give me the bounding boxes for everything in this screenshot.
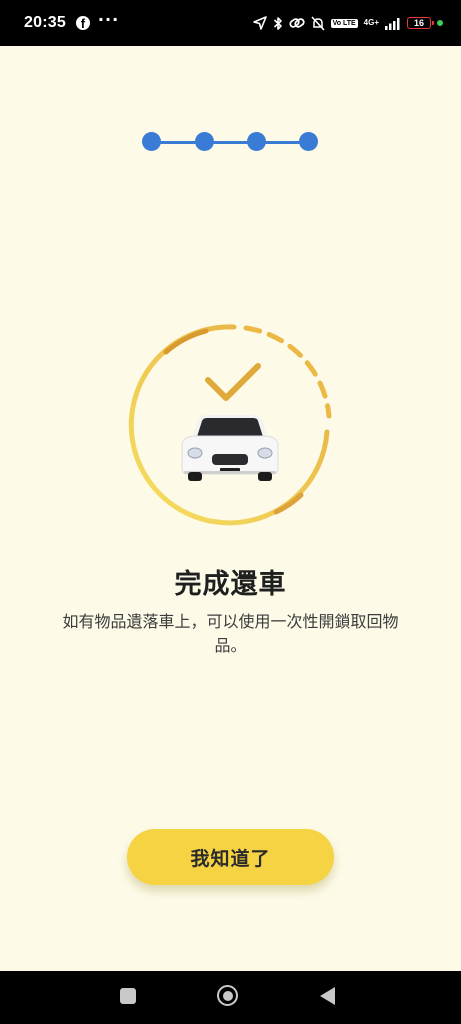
status-bar: 20:35 f ··· Vo LTE 4G+ 16 bbox=[0, 0, 461, 46]
confirm-button[interactable]: 我知道了 bbox=[127, 829, 334, 885]
signal-icon bbox=[385, 17, 400, 30]
page-description: 如有物品遺落車上，可以使用一次性開鎖取回物品。 bbox=[62, 612, 399, 655]
home-icon[interactable] bbox=[217, 985, 238, 1006]
privacy-indicator-dot bbox=[437, 20, 443, 26]
page-title: 完成還車 bbox=[174, 569, 287, 600]
step-dot bbox=[142, 132, 161, 151]
network-type: 4G+ bbox=[363, 18, 379, 27]
car-icon bbox=[181, 415, 279, 481]
step-dot bbox=[195, 132, 214, 151]
volte-icon: Vo LTE bbox=[330, 18, 358, 28]
more-icon: ··· bbox=[97, 10, 120, 29]
return-complete-illustration bbox=[128, 324, 332, 526]
navigation-bar bbox=[0, 971, 461, 1024]
step-dot bbox=[299, 132, 318, 151]
mute-icon bbox=[310, 15, 325, 31]
recent-apps-icon[interactable] bbox=[120, 988, 136, 1004]
stepper-line bbox=[152, 141, 308, 144]
facebook-icon: f bbox=[75, 16, 90, 30]
progress-stepper bbox=[142, 131, 318, 153]
battery-icon: 16 bbox=[407, 17, 434, 29]
status-indicators: Vo LTE 4G+ 16 bbox=[252, 15, 443, 31]
link-icon bbox=[288, 18, 305, 28]
checkmark-icon bbox=[205, 363, 261, 401]
status-time: 20:35 bbox=[24, 14, 66, 31]
location-arrow-icon bbox=[252, 16, 267, 30]
battery-level: 16 bbox=[413, 18, 424, 28]
bluetooth-icon bbox=[273, 16, 282, 30]
step-dot bbox=[247, 132, 266, 151]
back-icon[interactable] bbox=[320, 987, 335, 1005]
